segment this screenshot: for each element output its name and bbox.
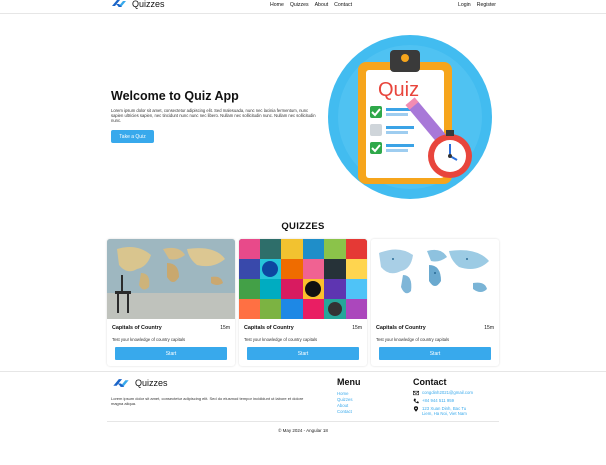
- footer-contact: congdinh2021@gmail.com +84 944 511 959 1…: [413, 390, 473, 418]
- quiz-start-button[interactable]: Start: [379, 347, 491, 360]
- login-link[interactable]: Login: [458, 2, 471, 8]
- register-link[interactable]: Register: [477, 2, 496, 8]
- quiz-card-description: Test your knowledge of country capitals: [112, 337, 186, 342]
- location-pin-icon: [413, 406, 419, 412]
- footer-link-about[interactable]: About: [337, 403, 353, 408]
- footer-brand[interactable]: Quizzes: [111, 377, 168, 389]
- colorful-collage-icon: [239, 239, 367, 319]
- illustration-quiz-text: Quiz: [378, 79, 419, 101]
- brand-name: Quizzes: [132, 0, 165, 9]
- copyright-text: © May 2024 - Angular 18: [278, 428, 328, 433]
- envelope-icon: [413, 390, 419, 396]
- quiz-start-button[interactable]: Start: [247, 347, 359, 360]
- footer-menu-title: Menu: [337, 377, 361, 387]
- navbar-brand[interactable]: Quizzes: [110, 0, 165, 9]
- quizzes-logo-icon: [112, 0, 126, 7]
- nav-link-about[interactable]: About: [315, 2, 329, 8]
- quiz-card-duration: 15m: [352, 325, 362, 331]
- quiz-card-title: Capitals of Country: [244, 325, 294, 331]
- phone-icon: [413, 398, 419, 404]
- quiz-card-description: Test your knowledge of country capitals: [376, 337, 450, 342]
- contact-email[interactable]: congdinh2021@gmail.com: [422, 390, 473, 395]
- world-map-wall-icon: [107, 239, 235, 319]
- contact-phone[interactable]: +84 944 511 959: [422, 398, 454, 403]
- hero-description: Lorem ipsum dolor sit amet, consectetur …: [111, 108, 316, 123]
- nav-link-contact[interactable]: Contact: [334, 2, 352, 8]
- footer-contact-title: Contact: [413, 377, 447, 387]
- quiz-card: Capitals of Country 15m Test your knowle…: [371, 239, 499, 366]
- footer-link-quizzes[interactable]: Quizzes: [337, 397, 353, 402]
- footer-link-home[interactable]: Home: [337, 391, 353, 396]
- quiz-start-button[interactable]: Start: [115, 347, 227, 360]
- take-quiz-button[interactable]: Take a Quiz: [111, 130, 154, 143]
- quiz-clipboard-illustration: Quiz: [328, 35, 492, 199]
- contact-address-line2[interactable]: Liem, Ha Noi, Viet Nam: [422, 411, 467, 416]
- nav-link-quizzes[interactable]: Quizzes: [290, 2, 309, 8]
- quiz-card-duration: 15m: [484, 325, 494, 331]
- navbar-divider: [0, 13, 606, 14]
- quiz-card: Capitals of Country 15m Test your knowle…: [239, 239, 367, 366]
- footer-brand-name: Quizzes: [135, 378, 168, 388]
- footer-link-contact[interactable]: Contact: [337, 409, 353, 414]
- quizzes-section-title: QUIZZES: [281, 221, 325, 232]
- quiz-card-title: Capitals of Country: [376, 325, 426, 331]
- quiz-card-description: Test your knowledge of country capitals: [244, 337, 318, 342]
- blue-world-map-icon: [371, 239, 499, 319]
- hero-title: Welcome to Quiz App: [111, 89, 239, 103]
- footer-menu: Home Quizzes About Contact: [337, 391, 353, 414]
- quiz-card-title: Capitals of Country: [112, 325, 162, 331]
- navbar: Quizzes Home Quizzes About Contact Login…: [0, 0, 606, 12]
- footer-divider: [0, 371, 606, 372]
- copyright-divider: [107, 421, 499, 422]
- footer-description: Lorem ipsum dolor sit amet, consectetur …: [111, 396, 304, 406]
- nav-link-home[interactable]: Home: [270, 2, 284, 8]
- quizzes-logo-icon: [113, 379, 129, 387]
- quiz-card: Capitals of Country 15m Test your knowle…: [107, 239, 235, 366]
- quiz-card-duration: 15m: [220, 325, 230, 331]
